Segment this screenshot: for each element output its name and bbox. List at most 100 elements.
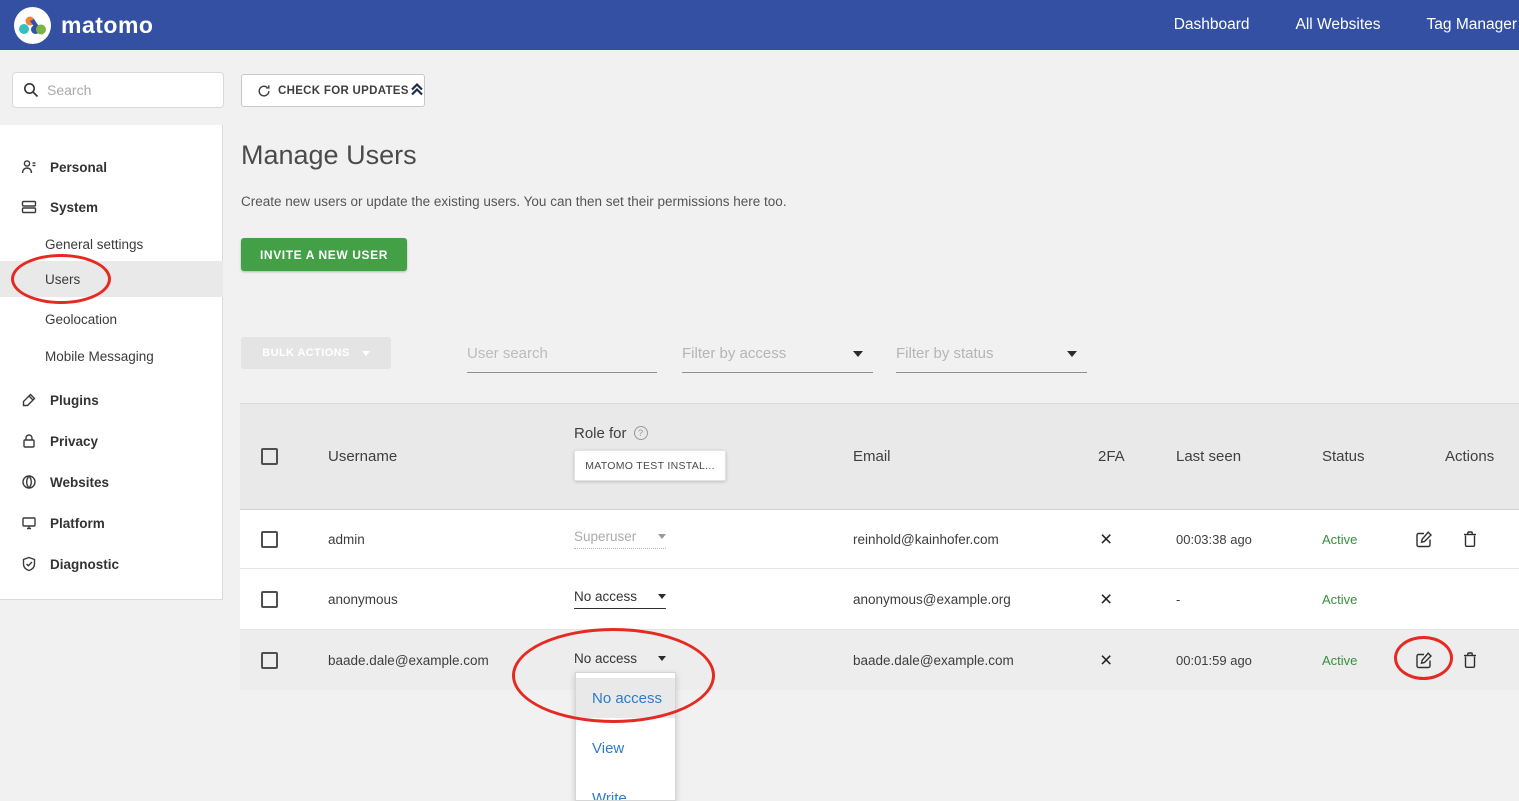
sidebar-item-general-settings[interactable]: General settings xyxy=(0,226,223,262)
bulk-actions-button[interactable]: BULK ACTIONS xyxy=(241,337,391,369)
sidebar-item-label: Websites xyxy=(50,475,109,490)
sidebar-item-label: Geolocation xyxy=(45,312,117,327)
role-site-selector-button[interactable]: MATOMO TEST INSTAL... xyxy=(574,450,726,481)
dropdown-option-no-access[interactable]: No access xyxy=(576,678,675,718)
sidebar-item-users[interactable]: Users xyxy=(0,261,223,297)
search-input[interactable] xyxy=(47,82,197,98)
filter-by-status-select[interactable]: Filter by status xyxy=(896,335,1087,373)
refresh-icon xyxy=(257,84,271,98)
brush-icon xyxy=(21,392,38,408)
search-icon xyxy=(23,82,39,98)
bulk-actions-label: BULK ACTIONS xyxy=(262,347,350,359)
matomo-brand[interactable]: matomo xyxy=(14,7,153,44)
role-select[interactable]: No access xyxy=(574,589,666,609)
nav-dashboard[interactable]: Dashboard xyxy=(1174,16,1250,34)
last-seen-cell: - xyxy=(1176,569,1180,629)
row-checkbox[interactable] xyxy=(261,591,278,608)
sidebar-item-label: Mobile Messaging xyxy=(45,349,154,364)
twofa-disabled-x: × xyxy=(1100,569,1112,629)
users-table-header: Username Role for ? MATOMO TEST INSTAL..… xyxy=(240,403,1519,510)
email-cell: anonymous@example.org xyxy=(853,569,1011,629)
globe-icon xyxy=(21,474,38,490)
username-cell: admin xyxy=(328,510,365,568)
lock-icon xyxy=(21,433,38,449)
page-title: Manage Users xyxy=(241,140,417,171)
status-badge: Active xyxy=(1322,630,1357,690)
chevron-down-icon xyxy=(853,351,863,357)
page-description: Create new users or update the existing … xyxy=(241,194,787,209)
sidebar-item-mobile-messaging[interactable]: Mobile Messaging xyxy=(0,338,223,374)
dropdown-option-write[interactable]: Write xyxy=(576,778,675,801)
role-value: No access xyxy=(574,589,637,604)
status-badge: Active xyxy=(1322,569,1357,629)
sidebar-item-label: Privacy xyxy=(50,434,98,449)
sidebar-item-label: Plugins xyxy=(50,393,99,408)
chevron-down-icon xyxy=(658,594,666,599)
filter-by-status-label: Filter by status xyxy=(896,345,994,362)
edit-user-icon[interactable] xyxy=(1415,530,1433,548)
sidebar-item-geolocation[interactable]: Geolocation xyxy=(0,301,223,337)
sidebar-item-personal[interactable]: Personal xyxy=(0,149,223,185)
sidebar-item-label: Users xyxy=(45,272,80,287)
user-search-input[interactable] xyxy=(467,345,657,362)
col-role-for: Role for ? xyxy=(574,422,648,444)
twofa-disabled-x: × xyxy=(1100,630,1112,690)
sidebar-item-plugins[interactable]: Plugins xyxy=(0,382,223,418)
sidebar-item-system[interactable]: System xyxy=(0,189,223,225)
collapse-chevrons-icon[interactable] xyxy=(408,80,428,100)
select-all-checkbox[interactable] xyxy=(261,448,278,465)
table-row-baade-dale: baade.dale@example.com No access baade.d… xyxy=(240,629,1519,690)
last-seen-cell: 00:01:59 ago xyxy=(1176,630,1252,690)
person-icon xyxy=(21,159,38,175)
sidebar-item-platform[interactable]: Platform xyxy=(0,505,223,541)
dropdown-option-view[interactable]: View xyxy=(576,728,675,768)
check-for-updates-button[interactable]: CHECK FOR UPDATES xyxy=(241,74,425,107)
email-cell: baade.dale@example.com xyxy=(853,630,1014,690)
col-email: Email xyxy=(853,404,891,509)
check-for-updates-label: CHECK FOR UPDATES xyxy=(278,85,409,97)
users-table: Username Role for ? MATOMO TEST INSTAL..… xyxy=(240,403,1519,690)
sidebar-item-label: System xyxy=(50,200,98,215)
edit-user-icon[interactable] xyxy=(1415,651,1433,669)
delete-user-icon[interactable] xyxy=(1461,651,1479,669)
table-row-admin: admin Superuser reinhold@kainhofer.com ×… xyxy=(240,510,1519,568)
chevron-down-icon xyxy=(362,351,370,356)
col-status: Status xyxy=(1322,404,1365,509)
nav-all-websites[interactable]: All Websites xyxy=(1296,16,1381,34)
role-value: Superuser xyxy=(574,529,636,544)
sidebar-item-label: Platform xyxy=(50,516,105,531)
col-last-seen: Last seen xyxy=(1176,404,1241,509)
filter-by-access-label: Filter by access xyxy=(682,345,786,362)
sidebar-item-label: Diagnostic xyxy=(50,557,119,572)
col-username: Username xyxy=(328,404,397,509)
filter-by-access-select[interactable]: Filter by access xyxy=(682,335,873,373)
sidebar-item-privacy[interactable]: Privacy xyxy=(0,423,223,459)
chevron-down-icon xyxy=(1067,351,1077,357)
sidebar-search xyxy=(12,72,224,108)
matomo-logo-icon xyxy=(14,7,51,44)
col-actions: Actions xyxy=(1445,404,1494,509)
help-icon[interactable]: ? xyxy=(634,426,648,440)
status-badge: Active xyxy=(1322,510,1357,568)
monitor-icon xyxy=(21,515,38,531)
chevron-down-icon xyxy=(658,656,666,661)
username-cell: anonymous xyxy=(328,569,398,629)
invite-new-user-button[interactable]: INVITE A NEW USER xyxy=(241,238,407,271)
delete-user-icon[interactable] xyxy=(1461,530,1479,548)
sidebar-item-diagnostic[interactable]: Diagnostic xyxy=(0,546,223,582)
nav-tag-manager[interactable]: Tag Manager xyxy=(1427,16,1517,34)
row-checkbox[interactable] xyxy=(261,652,278,669)
sidebar-item-label: General settings xyxy=(45,237,143,252)
role-dropdown-menu: No access View Write xyxy=(575,672,676,801)
col-2fa: 2FA xyxy=(1098,404,1125,509)
server-stack-icon xyxy=(21,199,38,215)
role-select-open[interactable]: No access xyxy=(574,651,666,670)
row-checkbox[interactable] xyxy=(261,531,278,548)
chevron-down-icon xyxy=(658,534,666,539)
brand-name: matomo xyxy=(61,12,153,39)
last-seen-cell: 00:03:38 ago xyxy=(1176,510,1252,568)
admin-sidebar: Personal System General settings Users G… xyxy=(0,125,223,600)
role-select-disabled[interactable]: Superuser xyxy=(574,529,666,549)
sidebar-item-websites[interactable]: Websites xyxy=(0,464,223,500)
user-search-field xyxy=(467,335,657,373)
